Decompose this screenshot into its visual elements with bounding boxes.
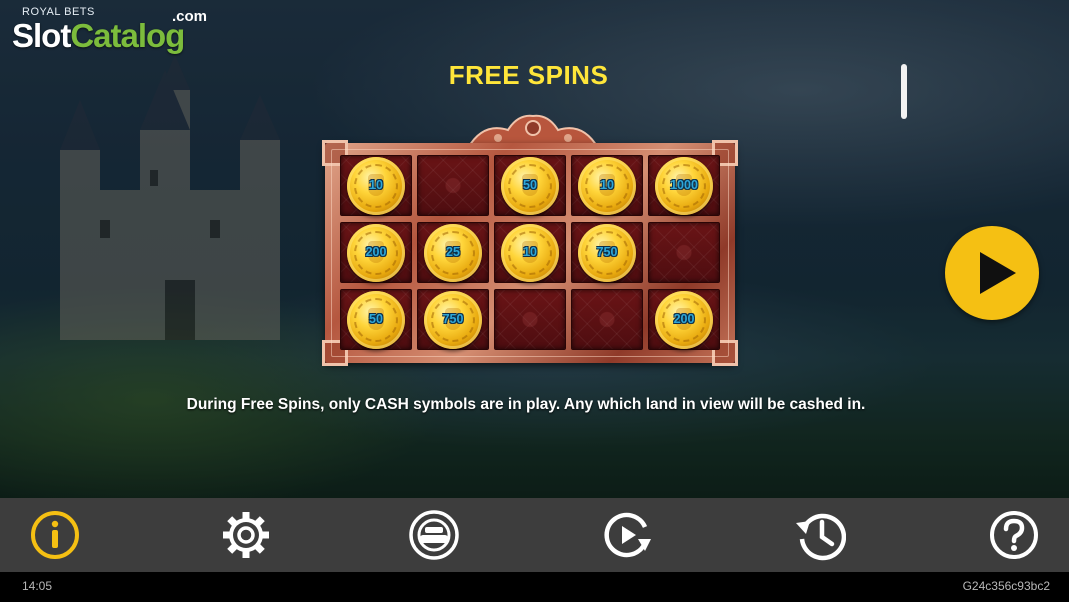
coin-value: 50 bbox=[369, 311, 383, 326]
bottom-toolbar bbox=[0, 498, 1069, 572]
coin-value: 10 bbox=[369, 177, 383, 192]
logo-wordmark: SlotCatalog bbox=[12, 17, 185, 54]
reel-cell bbox=[494, 289, 566, 350]
history-icon bbox=[796, 513, 846, 561]
cash-coin-icon: 50 bbox=[501, 156, 559, 215]
scroll-indicator[interactable] bbox=[901, 64, 907, 119]
coin-value: 1000 bbox=[670, 177, 698, 192]
help-button[interactable] bbox=[988, 509, 1040, 561]
coin-value: 25 bbox=[446, 244, 460, 259]
logo-slot: Slot bbox=[12, 17, 71, 54]
game-round-id: G24c356c93bc2 bbox=[962, 579, 1050, 593]
info-icon bbox=[31, 511, 79, 559]
reel-cell: 50 bbox=[340, 289, 412, 350]
reel-cell bbox=[571, 289, 643, 350]
play-button[interactable] bbox=[945, 226, 1039, 320]
cash-coin-icon: 50 bbox=[347, 290, 405, 349]
cash-coin-icon: 750 bbox=[578, 223, 636, 282]
help-icon bbox=[990, 511, 1038, 559]
status-bar: 14:05 G24c356c93bc2 bbox=[0, 572, 1069, 602]
coin-value: 750 bbox=[442, 311, 464, 326]
reel-cell: 750 bbox=[571, 222, 643, 283]
reel-cell: 200 bbox=[648, 289, 720, 350]
reel-cell: 750 bbox=[417, 289, 489, 350]
logo-catalog: Catalog bbox=[70, 17, 185, 54]
info-button[interactable] bbox=[29, 509, 81, 561]
reel-cell: 50 bbox=[494, 155, 566, 216]
cash-coin-icon: 750 bbox=[424, 290, 482, 349]
cash-coin-icon: 10 bbox=[501, 223, 559, 282]
reel-cell: 10 bbox=[571, 155, 643, 216]
free-spins-description: During Free Spins, only CASH symbols are… bbox=[186, 396, 866, 413]
reel-cell bbox=[648, 222, 720, 283]
page-title: FREE SPINS bbox=[448, 60, 609, 90]
autoplay-button[interactable] bbox=[601, 509, 653, 561]
cash-coin-icon: 200 bbox=[347, 223, 405, 282]
coin-value: 50 bbox=[523, 177, 537, 192]
cash-coin-icon: 200 bbox=[655, 290, 713, 349]
clock: 14:05 bbox=[22, 579, 53, 593]
coin-value: 10 bbox=[600, 177, 614, 192]
reel-cell: 25 bbox=[417, 222, 489, 283]
cash-coin-icon: 10 bbox=[578, 156, 636, 215]
slotcatalog-logo: ROYAL BETS .com SlotCatalog bbox=[12, 6, 212, 56]
cash-coin-icon: 25 bbox=[424, 223, 482, 282]
coin-value: 10 bbox=[523, 244, 537, 259]
reel-cell: 1000 bbox=[648, 155, 720, 216]
reel-grid: 10 50 10 1000 200 25 10 750 50 750 200 bbox=[340, 155, 720, 351]
sound-button[interactable] bbox=[408, 509, 460, 561]
settings-button[interactable] bbox=[220, 509, 272, 561]
reels-frame: 10 50 10 1000 200 25 10 750 50 750 200 bbox=[322, 140, 738, 366]
coin-value: 750 bbox=[596, 244, 618, 259]
cash-coin-icon: 1000 bbox=[655, 156, 713, 215]
reel-cell: 200 bbox=[340, 222, 412, 283]
settings-gear-icon bbox=[223, 512, 269, 558]
play-icon bbox=[980, 252, 1016, 294]
history-button[interactable] bbox=[794, 509, 846, 561]
reel-cell: 10 bbox=[494, 222, 566, 283]
coin-value: 200 bbox=[673, 311, 695, 326]
cash-coin-icon: 10 bbox=[347, 156, 405, 215]
autoplay-icon bbox=[604, 512, 651, 558]
coin-value: 200 bbox=[365, 244, 387, 259]
reel-cell bbox=[417, 155, 489, 216]
sound-icon bbox=[409, 510, 459, 560]
reel-cell: 10 bbox=[340, 155, 412, 216]
